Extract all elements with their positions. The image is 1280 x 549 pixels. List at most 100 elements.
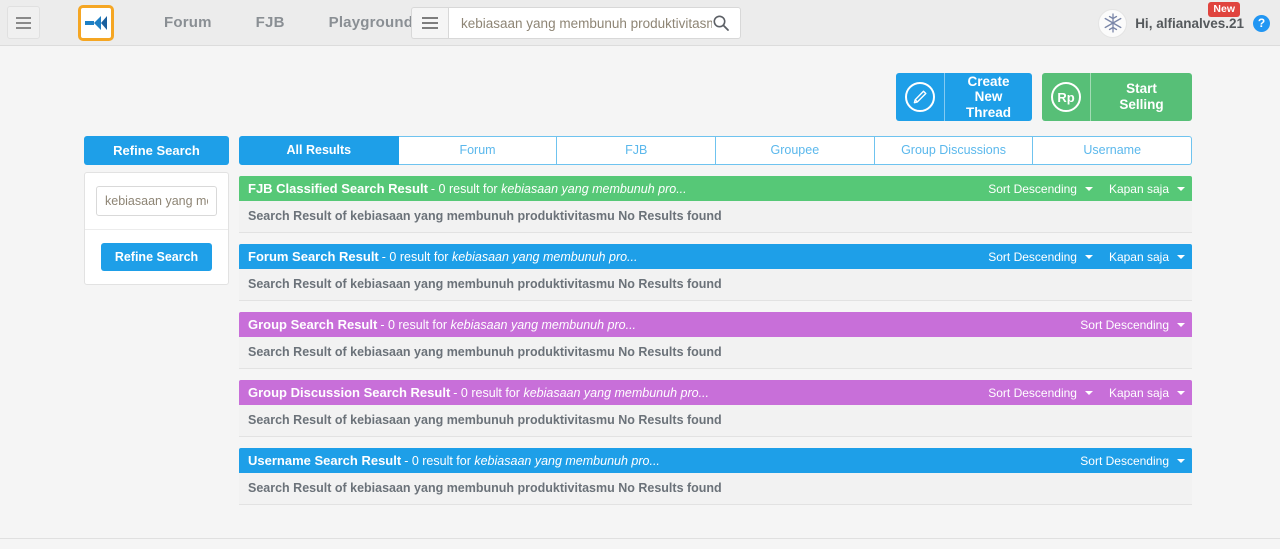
new-badge: New <box>1208 2 1240 18</box>
result-block-body: Search Result of kebiasaan yang membunuh… <box>239 405 1192 437</box>
pencil-icon <box>905 82 935 112</box>
sidebar: Refine Search Refine Search <box>84 136 229 285</box>
primary-nav: Forum FJB Playground <box>142 14 435 31</box>
chevron-down-icon <box>1084 254 1093 259</box>
result-block-title: Forum Search Result <box>248 249 379 264</box>
result-block-header: Group Search Result - 0 result for kebias… <box>239 312 1192 337</box>
main-content: Refine Search Refine Search All ResultsF… <box>0 121 1280 505</box>
sort-dropdown-label: Sort Descending <box>988 181 1077 196</box>
hamburger-icon <box>422 17 438 19</box>
result-count-text: - 0 result for <box>453 385 520 400</box>
result-query-text: kebiasaan yang membunuh pro... <box>523 385 709 400</box>
refine-search-input[interactable] <box>96 186 217 216</box>
chevron-down-icon <box>1177 458 1185 463</box>
snowflake-avatar-icon <box>1104 13 1122 33</box>
nav-link-fjb[interactable]: FJB <box>234 14 307 31</box>
chevron-down-icon <box>1177 186 1185 191</box>
time-filter-label: Kapan saja <box>1108 249 1169 264</box>
result-block: Forum Search Result - 0 result for kebias… <box>239 244 1192 301</box>
result-count-text: - 0 result for <box>381 249 449 264</box>
refine-search-panel: Refine Search <box>84 172 229 285</box>
tab-groupee[interactable]: Groupee <box>716 136 875 165</box>
result-block: Username Search Result - 0 result for keb… <box>239 448 1192 505</box>
hamburger-icon <box>422 27 438 29</box>
sort-dropdown[interactable]: Sort Descending <box>1080 454 1185 468</box>
avatar[interactable] <box>1098 8 1128 38</box>
create-new-thread-button[interactable]: Create New Thread <box>896 73 1032 121</box>
refine-search-button[interactable]: Refine Search <box>100 243 213 271</box>
sort-dropdown-label: Sort Descending <box>988 385 1077 400</box>
search-icon[interactable] <box>712 14 730 32</box>
result-block-count: - 0 result for kebiasaan yang membunuh p… <box>382 250 638 264</box>
result-count-text: - 0 result for <box>380 317 447 332</box>
help-icon[interactable]: ? <box>1253 14 1270 32</box>
rupiah-icon-wrap: Rp <box>1042 73 1090 121</box>
result-query-text: kebiasaan yang membunuh pro... <box>501 181 687 196</box>
result-block-body: Search Result of kebiasaan yang membunuh… <box>239 269 1192 301</box>
nav-link-forum[interactable]: Forum <box>142 14 234 31</box>
site-logo[interactable] <box>78 4 114 41</box>
result-block-body: Search Result of kebiasaan yang membunuh… <box>239 337 1192 369</box>
sort-dropdown[interactable]: Sort Descending <box>988 386 1093 400</box>
result-tabs: All Results Forum FJB Groupee Group Discussi… <box>239 136 1193 165</box>
result-block-body: Search Result of kebiasaan yang membunuh… <box>239 473 1192 505</box>
user-area: Hi, alfianalves.21 New ? <box>1098 0 1270 46</box>
tab-forum[interactable]: Forum <box>398 136 558 165</box>
tab-all-results[interactable]: All Results <box>239 136 399 165</box>
result-block-title: Group Discussion Search Result <box>248 385 451 400</box>
result-block-count: - 0 result for kebiasaan yang membunuh p… <box>380 318 636 332</box>
result-query-text: kebiasaan yang membunuh pro... <box>450 317 637 332</box>
result-block: Group Discussion Search Result - 0 result… <box>239 380 1192 437</box>
create-new-thread-label: Create New Thread <box>944 73 1032 121</box>
result-block-header: Forum Search Result - 0 result for kebias… <box>239 244 1192 269</box>
sort-dropdown[interactable]: Sort Descending <box>988 182 1093 196</box>
user-greeting[interactable]: Hi, alfianalves.21 <box>1135 16 1244 31</box>
search-input[interactable] <box>461 15 712 31</box>
sort-dropdown[interactable]: Sort Descending <box>988 250 1093 264</box>
chevron-down-icon <box>1177 390 1185 395</box>
pencil-icon-wrap <box>896 73 944 121</box>
time-filter-dropdown[interactable]: Kapan saja <box>1109 182 1185 196</box>
start-selling-label: Start Selling <box>1090 73 1192 121</box>
main-menu-button[interactable] <box>7 6 40 39</box>
result-block-title: Group Search Result <box>248 317 378 332</box>
sort-dropdown-label: Sort Descending <box>1080 453 1169 468</box>
chevron-down-icon <box>1084 390 1093 395</box>
chevron-down-icon <box>1177 322 1185 327</box>
hamburger-icon <box>16 21 31 24</box>
tab-group-discussions[interactable]: Group Discussions <box>874 136 1034 165</box>
time-filter-dropdown[interactable]: Kapan saja <box>1109 386 1185 400</box>
result-blocks: FJB Classified Search Result - 0 result f… <box>239 176 1192 505</box>
time-filter-dropdown[interactable]: Kapan saja <box>1109 250 1185 264</box>
footer-divider <box>0 538 1280 539</box>
results-column: All Results Forum FJB Groupee Group Discussi… <box>239 136 1193 505</box>
result-block: FJB Classified Search Result - 0 result f… <box>239 176 1192 233</box>
result-query-text: kebiasaan yang membunuh pro... <box>451 249 638 264</box>
result-block-body: Search Result of kebiasaan yang membunuh… <box>239 201 1192 233</box>
refine-search-header[interactable]: Refine Search <box>84 136 229 165</box>
sort-dropdown-label: Sort Descending <box>1080 317 1169 332</box>
search-bar <box>411 7 741 39</box>
search-field-wrap <box>448 7 741 39</box>
start-selling-button[interactable]: Rp Start Selling <box>1042 73 1192 121</box>
chevron-down-icon <box>1084 186 1093 191</box>
result-count-text: - 0 result for <box>404 453 471 468</box>
chevron-down-icon <box>1177 254 1185 259</box>
hamburger-icon <box>16 26 31 29</box>
result-block-count: - 0 result for kebiasaan yang membunuh p… <box>404 454 660 468</box>
time-filter-label: Kapan saja <box>1108 385 1169 400</box>
result-count-text: - 0 result for <box>430 181 498 196</box>
tab-username[interactable]: Username <box>1033 136 1193 165</box>
result-query-text: kebiasaan yang membunuh pro... <box>474 453 660 468</box>
tab-fjb[interactable]: FJB <box>557 136 717 165</box>
kaskus-k-icon <box>85 15 107 30</box>
action-button-row: Create New Thread Rp Start Selling <box>0 46 1280 121</box>
sort-dropdown-label: Sort Descending <box>988 249 1077 264</box>
result-block-header: Group Discussion Search Result - 0 result… <box>239 380 1192 405</box>
search-category-button[interactable] <box>411 7 448 39</box>
sort-dropdown[interactable]: Sort Descending <box>1080 318 1185 332</box>
result-block-title: Username Search Result <box>248 453 402 468</box>
hamburger-icon <box>16 16 31 19</box>
result-block-header: FJB Classified Search Result - 0 result f… <box>239 176 1192 201</box>
top-bar: Forum FJB Playground kebiasaan yang memb… <box>0 0 1280 46</box>
